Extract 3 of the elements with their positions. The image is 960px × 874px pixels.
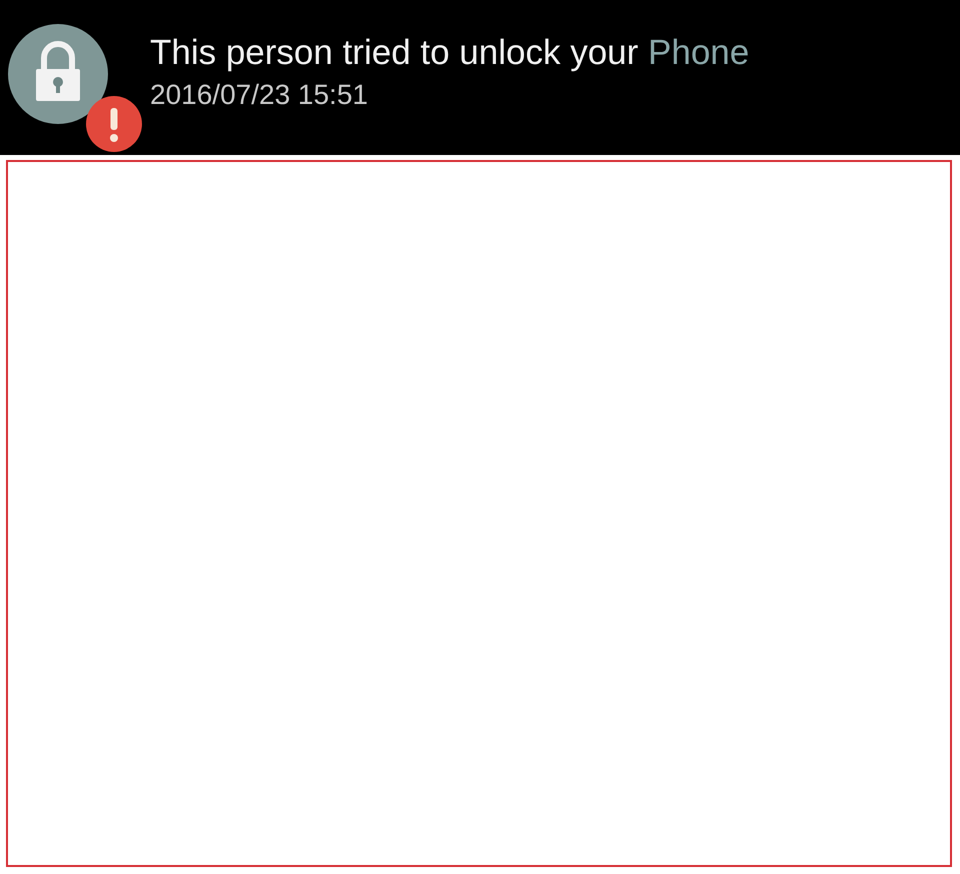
padlock-icon — [8, 24, 108, 124]
notification-timestamp: 2016/07/23 15:51 — [150, 78, 369, 110]
notification-title: This person tried to unlock your Phone — [150, 32, 750, 72]
